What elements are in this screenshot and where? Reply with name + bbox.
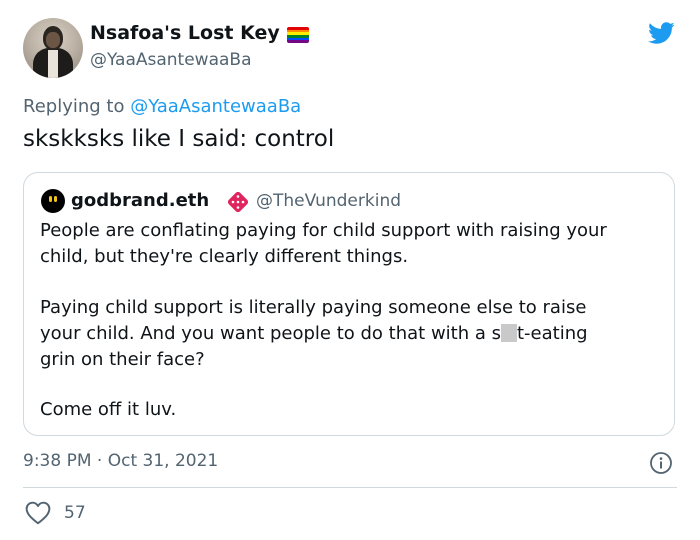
like-count[interactable]: 57 [64,503,86,523]
quote-paragraph: Come off it luv. [40,397,176,423]
flag-stripe [287,40,309,43]
quote-author-name[interactable]: godbrand.eth [71,190,209,211]
quote-line: your child. And you want people to do th… [40,321,588,347]
author-avatar[interactable] [23,18,83,78]
avatar-eye [49,196,52,202]
quote-author-handle[interactable]: @TheVunderkind [256,191,401,211]
divider [23,487,677,488]
avatar-eye [54,196,57,202]
quote-line: Paying child support is literally paying… [40,297,587,318]
quote-paragraph: People are conflating paying for child s… [40,218,607,270]
rainbow-flag-icon [287,27,309,43]
tweet-date: Oct 31, 2021 [107,451,219,471]
meta-separator: · [96,451,103,471]
quote-line: child, but they're clearly different thi… [40,246,409,267]
author-handle[interactable]: @YaaAsantewaaBa [90,50,252,70]
quote-text-fragment: your child. And you want people to do th… [40,323,501,344]
quote-line: People are conflating paying for child s… [40,220,607,241]
quote-line: Come off it luv. [40,399,177,420]
reply-mention-link[interactable]: @YaaAsantewaaBa [130,96,301,117]
dice-icon [228,192,248,212]
heart-icon[interactable] [25,501,51,525]
avatar-face [46,32,60,48]
replying-prefix: Replying to [23,96,131,117]
replying-to: Replying to @YaaAsantewaaBa [23,96,301,117]
quote-paragraph: Paying child support is literally paying… [40,295,588,373]
tweet-timestamp[interactable]: 9:38 PM · Oct 31, 2021 [23,451,218,471]
tweet-text: skskksks like I said: control [23,126,335,152]
avatar-shirt [48,50,58,78]
quote-text-fragment: t-eating [516,323,588,344]
twitter-bird-icon[interactable] [644,19,678,47]
info-icon[interactable] [649,451,673,475]
quote-line: grin on their face? [40,349,205,370]
tweet-time: 9:38 PM [23,451,92,471]
censor-block [500,324,517,342]
quote-author-avatar[interactable] [41,189,65,213]
author-display-name[interactable]: Nsafoa's Lost Key [90,22,280,44]
